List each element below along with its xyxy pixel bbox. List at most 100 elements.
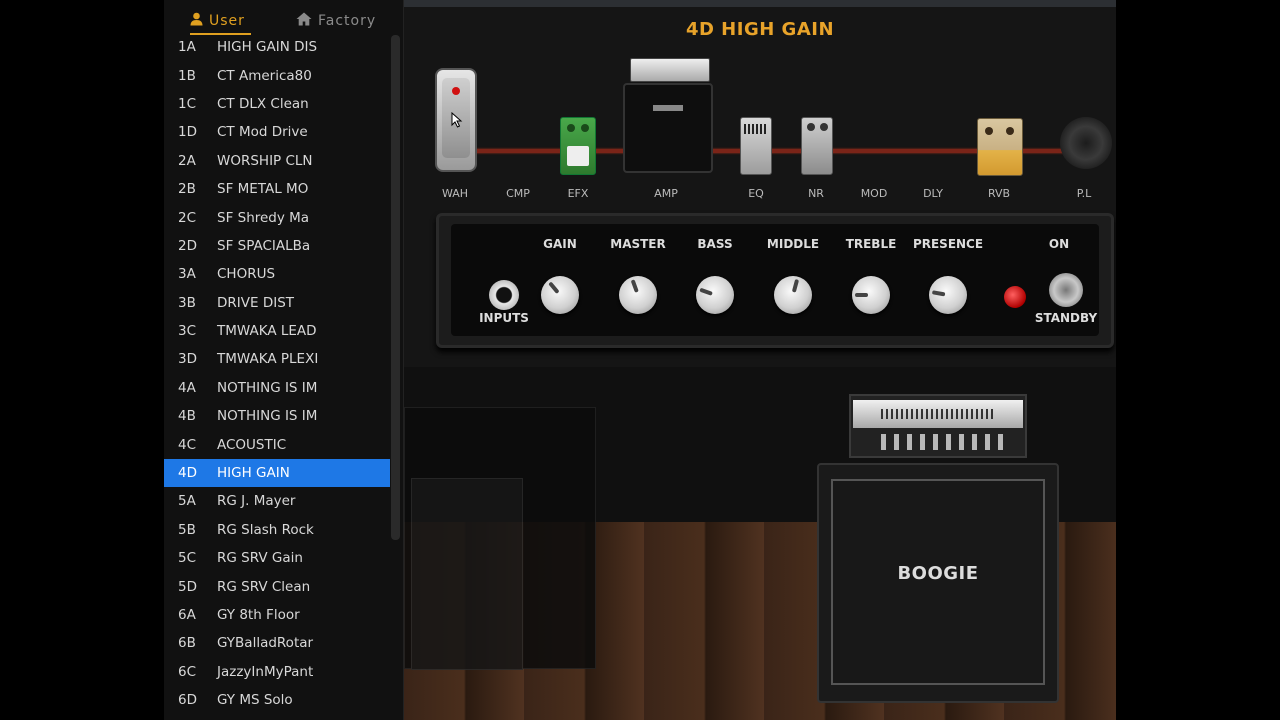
power-led bbox=[1004, 286, 1026, 308]
preset-name: CT DLX Clean bbox=[217, 95, 309, 112]
preset-item[interactable]: 6C JazzyInMyPant bbox=[164, 658, 390, 686]
preset-item[interactable]: 6B GYBalladRotar bbox=[164, 629, 390, 657]
preset-item[interactable]: 6A GY 8th Floor bbox=[164, 601, 390, 629]
preset-name: DRIVE DIST bbox=[217, 294, 295, 311]
efx-pedal[interactable] bbox=[560, 117, 596, 175]
bass-knob[interactable] bbox=[696, 276, 734, 314]
master-knob[interactable] bbox=[619, 276, 657, 314]
preset-name: CT Mod Drive bbox=[217, 124, 308, 141]
eq-pedal[interactable] bbox=[740, 117, 772, 175]
preset-item[interactable]: 3D TMWAKA PLEXI bbox=[164, 345, 390, 373]
preset-item[interactable]: 6D GY MS Solo bbox=[164, 686, 390, 714]
preset-number: 4B bbox=[178, 408, 196, 425]
preset-number: 5B bbox=[178, 521, 196, 538]
preset-name: RG SRV Gain bbox=[217, 550, 303, 567]
preset-name: RG Slash Rock bbox=[217, 521, 314, 538]
treble-knob[interactable] bbox=[852, 276, 890, 314]
preset-name: SF Shredy Ma bbox=[217, 209, 310, 226]
preset-item[interactable]: 3C TMWAKA LEAD bbox=[164, 317, 390, 345]
input-jack-icon bbox=[489, 280, 519, 310]
standby-label: STANDBY bbox=[1034, 311, 1098, 325]
amp-module[interactable] bbox=[623, 58, 713, 173]
preset-name: SF METAL MO bbox=[217, 181, 309, 198]
chain-label-efx[interactable]: EFX bbox=[548, 187, 608, 200]
preset-item[interactable]: 5A RG J. Mayer bbox=[164, 487, 390, 515]
preset-item[interactable]: 4A NOTHING IS IM bbox=[164, 374, 390, 402]
preset-item[interactable]: 3B DRIVE DIST bbox=[164, 289, 390, 317]
amp-head[interactable] bbox=[849, 394, 1027, 458]
rvb-knob-left bbox=[985, 127, 993, 135]
chain-label-rvb[interactable]: RVB bbox=[969, 187, 1029, 200]
preset-item[interactable]: 4D HIGH GAIN bbox=[164, 458, 390, 488]
amp-module-badge bbox=[653, 105, 683, 111]
chain-label-cmp[interactable]: CMP bbox=[488, 187, 548, 200]
preset-number: 3B bbox=[178, 294, 196, 311]
signal-chain: WAH CMP EFX AMP EQ NR MOD DLY RVB P.L bbox=[404, 55, 1116, 210]
preset-item[interactable]: 2A WORSHIP CLN bbox=[164, 147, 390, 175]
preset-number: 2B bbox=[178, 181, 196, 198]
sidebar-tabs: User Factory bbox=[164, 8, 390, 35]
tab-user-label: User bbox=[209, 13, 245, 29]
speaker-cabinet[interactable]: BOOGIE bbox=[817, 463, 1059, 703]
presence-knob[interactable] bbox=[929, 276, 967, 314]
rvb-knob-right bbox=[1006, 127, 1014, 135]
efx-knob-right bbox=[581, 124, 589, 132]
tab-factory-label: Factory bbox=[318, 13, 377, 29]
preset-name: WORSHIP CLN bbox=[217, 152, 313, 169]
nr-knob-left bbox=[807, 123, 815, 131]
standby-switch[interactable] bbox=[1049, 273, 1083, 307]
middle-knob[interactable] bbox=[774, 276, 812, 314]
chain-label-dly[interactable]: DLY bbox=[903, 187, 963, 200]
preset-number: 1C bbox=[178, 95, 197, 112]
rvb-pedal[interactable] bbox=[977, 118, 1023, 176]
preset-number: 5A bbox=[178, 493, 196, 510]
chain-label-pl[interactable]: P.L bbox=[1054, 187, 1114, 200]
tab-factory[interactable]: Factory bbox=[296, 10, 376, 32]
nr-pedal[interactable] bbox=[801, 117, 833, 175]
preset-name: HIGH GAIN bbox=[217, 465, 290, 482]
preset-item[interactable]: 4B NOTHING IS IM bbox=[164, 402, 390, 430]
chain-label-eq[interactable]: EQ bbox=[726, 187, 786, 200]
preset-number: 6C bbox=[178, 663, 197, 680]
preset-item[interactable]: 5C RG SRV Gain bbox=[164, 544, 390, 572]
preset-name: JazzyInMyPant bbox=[217, 663, 314, 680]
tab-user[interactable]: User bbox=[190, 10, 251, 35]
main-panel: 4D HIGH GAIN WAH CMP EFX AMP EQ NR MOD D… bbox=[404, 7, 1116, 720]
preset-item[interactable]: 1C CT DLX Clean bbox=[164, 90, 390, 118]
preset-name: CT America80 bbox=[217, 67, 312, 84]
preset-number: 6A bbox=[178, 607, 196, 623]
preset-list-scrollbar[interactable] bbox=[391, 35, 400, 540]
chain-label-amp[interactable]: AMP bbox=[636, 187, 696, 200]
preset-number: 3D bbox=[178, 351, 197, 368]
cabinet-name: BOOGIE bbox=[897, 563, 979, 584]
on-label: ON bbox=[1048, 237, 1070, 251]
preset-number: 1B bbox=[178, 67, 196, 84]
chain-label-mod[interactable]: MOD bbox=[844, 187, 904, 200]
inputs-label: INPUTS bbox=[479, 311, 529, 325]
presence-label: PRESENCE bbox=[912, 237, 984, 251]
preset-name: GY MS Solo bbox=[217, 692, 293, 709]
preset-item[interactable]: 2D SF SPACIALBa bbox=[164, 232, 390, 260]
amp-module-head bbox=[630, 58, 710, 82]
home-icon bbox=[296, 12, 312, 30]
preset-item[interactable]: 4C ACOUSTIC bbox=[164, 430, 390, 458]
amp-room-scene: BOOGIE bbox=[404, 367, 1116, 720]
chain-label-nr[interactable]: NR bbox=[786, 187, 846, 200]
preset-name: RG SRV Clean bbox=[217, 578, 311, 595]
preset-number: 1A bbox=[178, 39, 196, 56]
preset-item[interactable]: 1D CT Mod Drive bbox=[164, 118, 390, 146]
gain-knob[interactable] bbox=[541, 276, 579, 314]
preset-item[interactable]: 2B SF METAL MO bbox=[164, 175, 390, 203]
chain-label-wah[interactable]: WAH bbox=[425, 187, 485, 200]
preset-item[interactable]: 1A HIGH GAIN DIS bbox=[164, 33, 390, 61]
preset-number: 4A bbox=[178, 379, 196, 396]
preset-item[interactable]: 2C SF Shredy Ma bbox=[164, 203, 390, 231]
speaker-icon[interactable] bbox=[1060, 117, 1112, 169]
preset-item[interactable]: 1B CT America80 bbox=[164, 61, 390, 89]
preset-item[interactable]: 5D RG SRV Clean bbox=[164, 572, 390, 600]
preset-list: 1A HIGH GAIN DIS 1B CT America80 1C CT DLX Cl… bbox=[164, 33, 390, 714]
preset-item[interactable]: 3A CHORUS bbox=[164, 260, 390, 288]
preset-item[interactable]: 5B RG Slash Rock bbox=[164, 516, 390, 544]
preset-name: TMWAKA PLEXI bbox=[217, 351, 319, 368]
middle-label: MIDDLE bbox=[766, 237, 820, 251]
